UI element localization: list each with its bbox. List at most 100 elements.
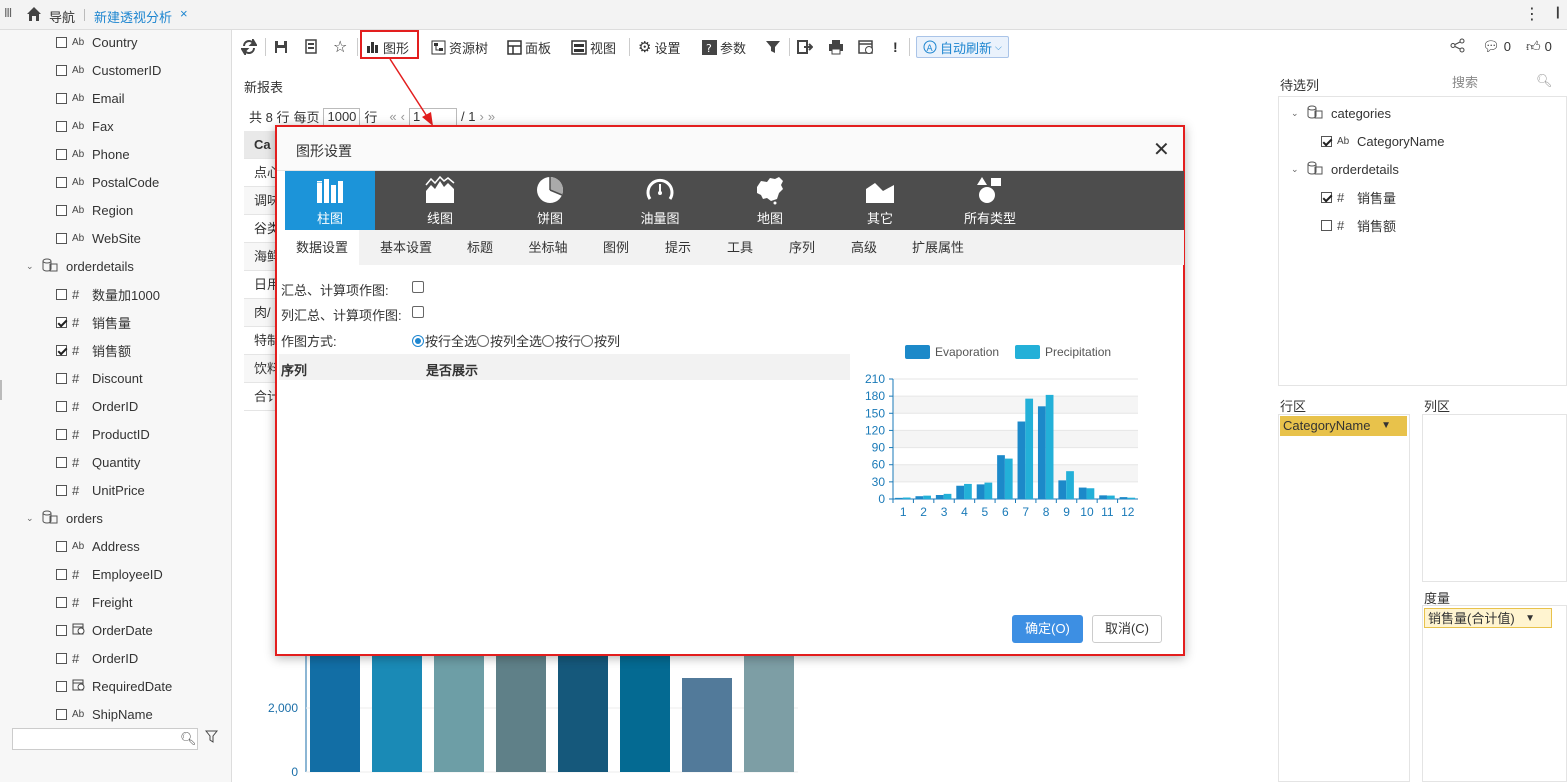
- type-pie[interactable]: 饼图: [505, 171, 595, 230]
- refresh-icon[interactable]: [241, 36, 257, 58]
- first-page-icon[interactable]: «: [389, 109, 396, 124]
- bar-precipitation[interactable]: [1004, 458, 1013, 499]
- field-item[interactable]: Ab WebSite: [56, 228, 141, 248]
- type-all[interactable]: 所有类型: [945, 171, 1035, 230]
- radio-row[interactable]: [542, 334, 555, 347]
- col-zone[interactable]: [1422, 414, 1567, 582]
- field-item[interactable]: # OrderID: [56, 648, 138, 668]
- field-checkbox[interactable]: [56, 372, 67, 384]
- tree-group[interactable]: ⌄ categories: [1291, 103, 1391, 123]
- alert-icon[interactable]: !: [893, 36, 898, 58]
- field-checkbox[interactable]: [1321, 219, 1332, 231]
- opt-col-summary-checkbox[interactable]: [412, 306, 424, 318]
- schedule-icon[interactable]: [858, 36, 874, 58]
- filter-icon[interactable]: [204, 730, 219, 747]
- last-page-icon[interactable]: »: [488, 109, 495, 124]
- legend-swatch[interactable]: [905, 345, 930, 359]
- bar-precipitation[interactable]: [1086, 488, 1095, 499]
- bar-evaporation[interactable]: [997, 455, 1005, 499]
- filter-icon[interactable]: [765, 36, 781, 58]
- bar-evaporation[interactable]: [1119, 497, 1128, 499]
- bar-evaporation[interactable]: [976, 484, 985, 499]
- bar-precipitation[interactable]: [1106, 495, 1115, 499]
- field-checkbox[interactable]: [56, 344, 67, 356]
- tab-advanced[interactable]: 高级: [844, 230, 884, 265]
- menu-icon[interactable]: Ⅲ: [4, 6, 12, 20]
- bar-precipitation[interactable]: [1045, 394, 1054, 499]
- field-item[interactable]: # ProductID: [56, 424, 150, 444]
- tab-axis[interactable]: 坐标轴: [528, 230, 568, 265]
- type-line[interactable]: 线图: [395, 171, 485, 230]
- type-bar[interactable]: 柱图: [285, 171, 375, 230]
- comment-button[interactable]: 💬︎ 0: [1482, 38, 1511, 55]
- field-checkbox[interactable]: [56, 400, 67, 412]
- legend-label[interactable]: Precipitation: [1045, 345, 1111, 359]
- bar-precipitation[interactable]: [984, 482, 993, 499]
- bar-evaporation[interactable]: [915, 496, 924, 499]
- bar-precipitation[interactable]: [923, 495, 931, 499]
- field-checkbox[interactable]: [56, 64, 67, 76]
- tree-field[interactable]: # 销售量: [1321, 187, 1396, 207]
- field-item[interactable]: # 销售额: [56, 340, 131, 360]
- params-button[interactable]: ? 参数: [702, 36, 746, 58]
- chevron-down-icon[interactable]: ⌄: [1291, 164, 1307, 175]
- field-item[interactable]: # OrderID: [56, 396, 138, 416]
- bar-evaporation[interactable]: [1078, 487, 1087, 499]
- field-checkbox[interactable]: [56, 36, 67, 48]
- bar-precipitation[interactable]: [964, 483, 972, 499]
- field-item[interactable]: RequiredDate: [56, 676, 172, 696]
- tab-tooltip[interactable]: 提示: [658, 230, 698, 265]
- collapse-icon[interactable]: ▕▏: [1550, 8, 1565, 19]
- field-item[interactable]: Ab Phone: [56, 144, 130, 164]
- field-checkbox[interactable]: [56, 652, 67, 664]
- bar-evaporation[interactable]: [1037, 406, 1046, 499]
- bar-precipitation[interactable]: [943, 493, 952, 499]
- favorite-icon[interactable]: ☆: [333, 36, 347, 58]
- bar-evaporation[interactable]: [895, 497, 903, 499]
- tab-legend[interactable]: 图例: [596, 230, 636, 265]
- home-icon[interactable]: [26, 6, 42, 25]
- field-item[interactable]: Ab Fax: [56, 116, 114, 136]
- next-page-icon[interactable]: ›: [479, 109, 483, 124]
- field-checkbox[interactable]: [56, 596, 67, 608]
- field-checkbox[interactable]: [56, 176, 67, 188]
- radio-col[interactable]: [581, 334, 594, 347]
- field-item[interactable]: Ab Address: [56, 536, 140, 556]
- type-map[interactable]: 地图: [725, 171, 815, 230]
- tab-tools[interactable]: 工具: [720, 230, 760, 265]
- chevron-down-icon[interactable]: ⌄: [1291, 108, 1307, 119]
- measure-zone[interactable]: [1422, 605, 1567, 782]
- table-group[interactable]: ⌄ orderdetails: [26, 256, 134, 276]
- field-item[interactable]: Ab PostalCode: [56, 172, 159, 192]
- field-checkbox[interactable]: [56, 568, 67, 580]
- nav-label[interactable]: 导航: [49, 7, 75, 26]
- ok-button[interactable]: 确定(O): [1012, 615, 1083, 643]
- tree-field[interactable]: Ab CategoryName: [1321, 131, 1444, 151]
- field-item[interactable]: Ab ShipName: [56, 704, 153, 724]
- field-item[interactable]: # UnitPrice: [56, 480, 145, 500]
- field-item[interactable]: # Quantity: [56, 452, 140, 472]
- bar[interactable]: [682, 678, 732, 772]
- search-icon[interactable]: 🔍︎: [180, 731, 197, 747]
- tree-field[interactable]: # 销售额: [1321, 215, 1396, 235]
- bar-evaporation[interactable]: [956, 485, 965, 499]
- row-zone[interactable]: [1278, 414, 1410, 782]
- scrollbar[interactable]: [0, 380, 2, 400]
- table-group[interactable]: ⌄ orders: [26, 508, 103, 528]
- panel-button[interactable]: 面板: [507, 36, 551, 58]
- dropdown-icon[interactable]: ▼: [1525, 609, 1535, 627]
- per-page-input[interactable]: 1000: [323, 107, 361, 126]
- field-item[interactable]: # 数量加1000: [56, 284, 160, 304]
- export-icon[interactable]: [797, 36, 813, 58]
- tree-group[interactable]: ⌄ orderdetails: [1291, 159, 1399, 179]
- tab-title[interactable]: 标题: [460, 230, 500, 265]
- view-button[interactable]: 视图: [571, 36, 616, 58]
- bar-evaporation[interactable]: [935, 495, 944, 499]
- field-item[interactable]: Ab Email: [56, 88, 125, 108]
- auto-refresh-button[interactable]: A 自动刷新 ⌵: [916, 36, 1009, 58]
- row-chip[interactable]: CategoryName ▼: [1280, 416, 1407, 436]
- radio-row-all[interactable]: [412, 334, 424, 347]
- close-icon[interactable]: ✕: [1153, 137, 1170, 162]
- field-checkbox[interactable]: [56, 232, 67, 244]
- field-checkbox[interactable]: [56, 148, 67, 160]
